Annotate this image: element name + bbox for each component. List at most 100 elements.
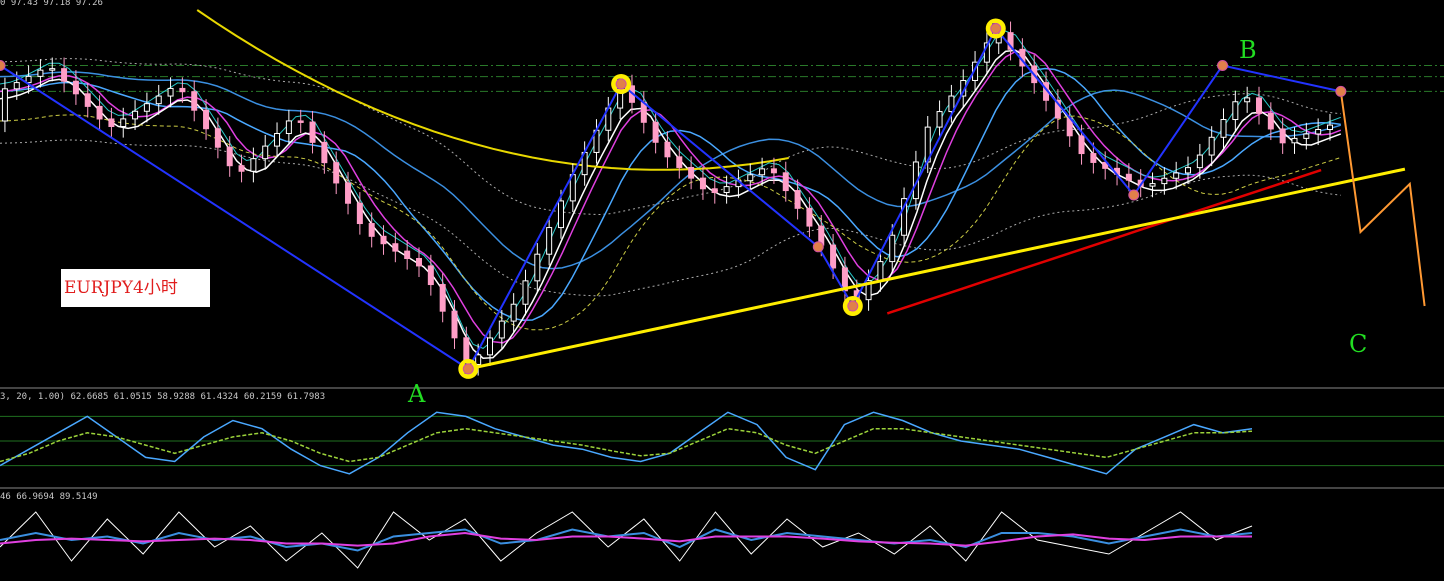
- candle-body: [794, 190, 801, 209]
- candle-body: [167, 87, 174, 97]
- candle-body: [1161, 177, 1168, 185]
- candle-body: [498, 320, 505, 339]
- fractal-dot: [1128, 189, 1140, 201]
- ma-white: [0, 49, 1342, 359]
- candle-body: [262, 145, 269, 160]
- candle-body: [1220, 119, 1227, 138]
- candle-body: [439, 284, 446, 312]
- indicator1-readout: 3, 20, 1.00) 62.6685 61.0515 58.9288 61.…: [0, 392, 326, 402]
- candle-body: [1208, 136, 1215, 156]
- candle-body: [84, 93, 91, 107]
- fractal-dot: [1217, 60, 1229, 71]
- candle-body: [250, 158, 257, 172]
- candle-body: [13, 82, 20, 90]
- candle-body: [72, 80, 79, 95]
- candle-body: [392, 243, 399, 252]
- candle-body: [345, 182, 352, 204]
- candle-body: [61, 68, 68, 82]
- candle-body: [427, 265, 434, 286]
- candle-body: [664, 141, 671, 158]
- candle-body: [143, 103, 150, 112]
- candle-body: [1173, 172, 1180, 179]
- candle-body: [203, 109, 210, 130]
- candle-body: [1196, 154, 1203, 169]
- fractal-dot: [990, 23, 1002, 34]
- wave-label-b: B: [1239, 36, 1257, 64]
- candle-body: [676, 156, 683, 168]
- candle-body: [37, 69, 44, 77]
- candle-body: [1149, 183, 1156, 187]
- candle-body: [1303, 133, 1310, 139]
- candle-body: [1255, 97, 1262, 114]
- candle-body: [155, 95, 162, 105]
- candle-body: [546, 227, 553, 255]
- candle-body: [238, 165, 245, 172]
- candle-body: [534, 253, 541, 282]
- candle-body: [214, 128, 221, 148]
- fractal-dot: [812, 241, 824, 253]
- fractal-dot: [615, 78, 627, 90]
- candle-body: [179, 87, 186, 93]
- ma-red-long: [886, 168, 1322, 315]
- indicator1-series: [0, 427, 1253, 463]
- candle-body: [132, 110, 139, 120]
- candle-body: [522, 280, 529, 305]
- fractal-dot: [847, 300, 859, 312]
- candle-body: [333, 162, 340, 184]
- candle-body: [120, 118, 127, 127]
- candle-body: [806, 207, 813, 227]
- candle-body: [782, 172, 789, 192]
- candle-body: [1, 88, 8, 122]
- wave-label-a: A: [408, 380, 426, 408]
- candle-body: [1125, 173, 1132, 181]
- candle-body: [356, 202, 363, 225]
- indicator1-series: [0, 411, 1253, 475]
- candle-body: [475, 354, 482, 365]
- candle-body: [25, 75, 32, 84]
- candle-body: [747, 174, 754, 182]
- symbol-label: EURJPY4小时: [61, 269, 210, 307]
- candle-body: [510, 303, 517, 322]
- candle-body: [557, 200, 564, 229]
- fractal-dot: [462, 363, 474, 375]
- candle-body: [96, 105, 103, 120]
- candle-body: [1244, 97, 1251, 103]
- candle-body: [1291, 137, 1298, 144]
- candle-body: [309, 121, 316, 143]
- candle-body: [380, 235, 387, 245]
- candle-body: [416, 258, 423, 267]
- candle-body: [226, 146, 233, 167]
- candle-body: [877, 261, 884, 282]
- candle-body: [108, 118, 115, 127]
- candle-body: [1315, 129, 1322, 135]
- candle-body: [936, 111, 943, 128]
- projection-line: [1339, 91, 1426, 307]
- candle-body: [770, 168, 777, 174]
- candle-body: [759, 168, 766, 176]
- fractal-dot: [1335, 85, 1347, 97]
- zigzag-line: [0, 26, 1342, 371]
- candle-body: [1090, 153, 1097, 163]
- chart-canvas[interactable]: 5252: [0, 0, 1444, 581]
- candle-body: [1232, 101, 1239, 121]
- candle-body: [368, 223, 375, 237]
- main-readout: 0 97.43 97.18 97.26: [0, 0, 103, 8]
- candle-body: [1326, 124, 1333, 131]
- candle-body: [830, 244, 837, 269]
- ma-yellow-long: [196, 9, 789, 171]
- indicator2-readout: 46 66.9694 89.5149: [0, 492, 98, 502]
- candle-body: [321, 141, 328, 164]
- candle-body: [297, 120, 304, 123]
- candle-body: [274, 133, 281, 147]
- candle-body: [652, 121, 659, 143]
- candle-body: [191, 91, 198, 111]
- candle-body: [688, 166, 695, 179]
- candle-body: [889, 234, 896, 263]
- candle-body: [404, 250, 411, 260]
- candle-body: [1078, 135, 1085, 155]
- candle-body: [285, 120, 292, 135]
- candle-body: [451, 310, 458, 339]
- candle-body: [486, 337, 493, 356]
- candle-body: [711, 188, 718, 194]
- candle-body: [723, 186, 730, 194]
